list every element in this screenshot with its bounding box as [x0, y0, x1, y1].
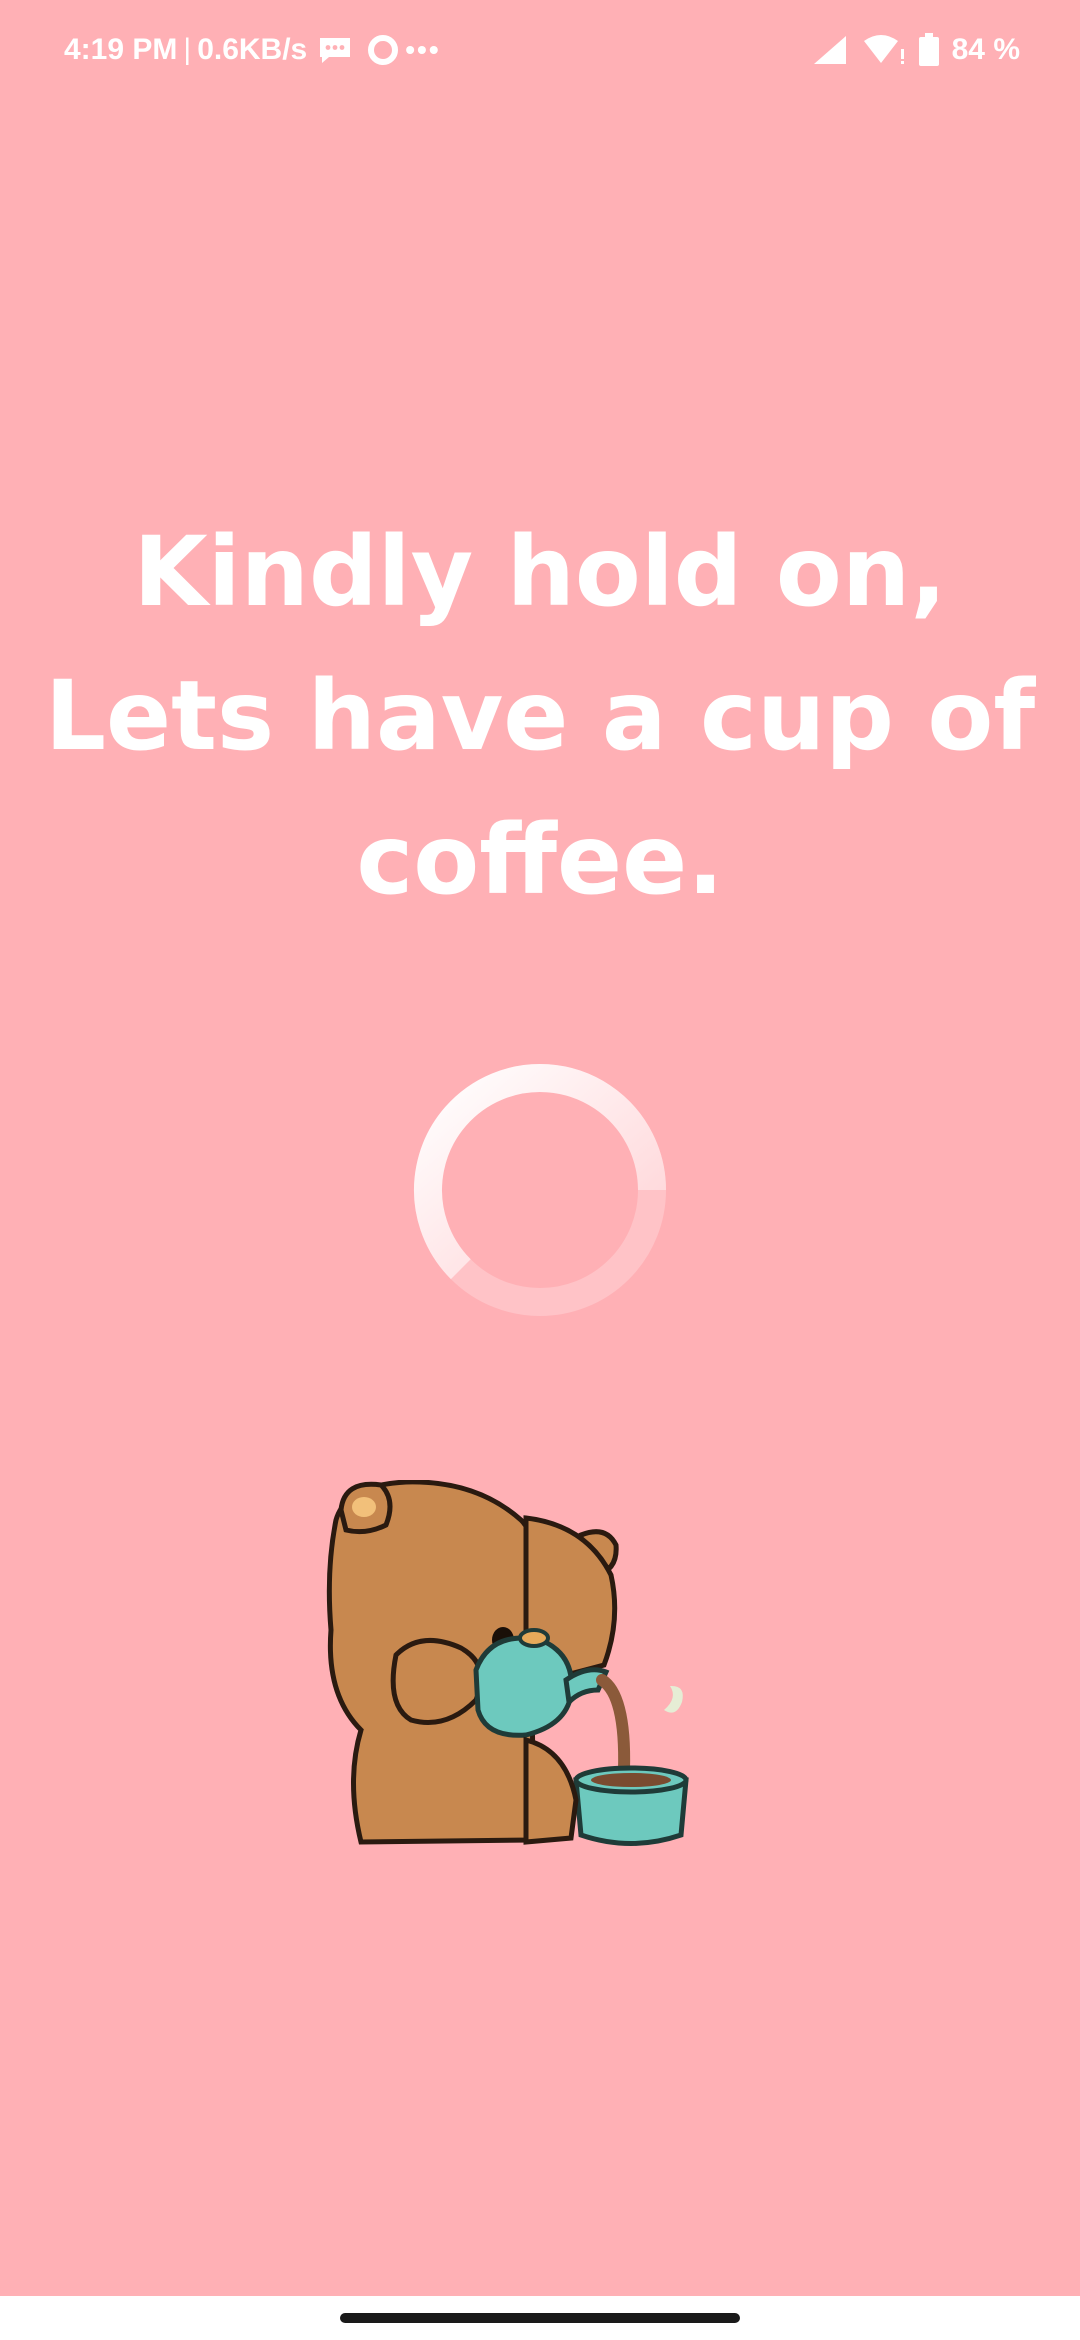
- wifi-icon: [863, 35, 904, 64]
- ring-icon: [368, 35, 399, 65]
- home-indicator[interactable]: [340, 2313, 740, 2323]
- message-icon: [320, 38, 351, 63]
- status-right: 84 %: [812, 28, 1020, 72]
- battery-icon: [918, 33, 939, 66]
- status-net-speed: 0.6KB/s: [197, 33, 308, 66]
- loading-message-line-1: Kindly hold on,: [133, 516, 947, 628]
- status-left: 4:19 PM | 0.6KB/s •••: [64, 28, 441, 72]
- loading-message-line-2: Lets have a cup of: [44, 660, 1036, 772]
- status-overflow-icon: •••: [405, 34, 441, 65]
- battery-percentage: 84 %: [951, 33, 1020, 66]
- status-time: 4:19 PM: [64, 33, 178, 66]
- status-bar: 4:19 PM | 0.6KB/s ••• 84 %: [0, 0, 1080, 100]
- loading-message-line-3: coffee.: [356, 804, 724, 916]
- bear-drinking-coffee-icon: [326, 1480, 689, 1846]
- loading-message: Kindly hold on, Lets have a cup of coffe…: [40, 500, 1040, 932]
- signal-icon: [813, 36, 846, 64]
- loading-spinner: [414, 1064, 666, 1316]
- status-separator: |: [183, 33, 192, 66]
